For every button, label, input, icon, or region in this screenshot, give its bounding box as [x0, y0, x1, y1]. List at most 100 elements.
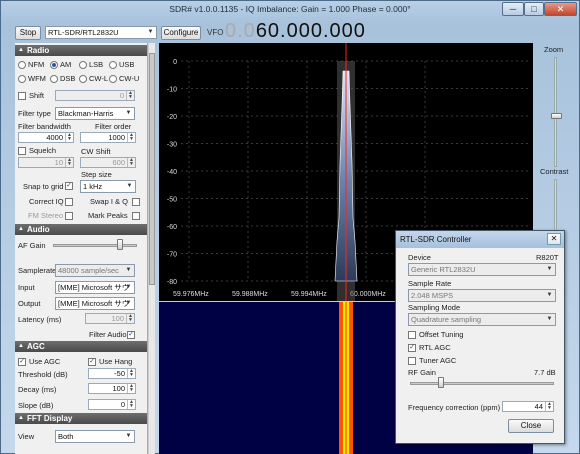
frequency-correction-input[interactable]: 44 ▲ ▼ — [502, 401, 554, 412]
scrollbar-thumb[interactable] — [149, 53, 155, 285]
threshold-input[interactable]: -50 ▲ ▼ — [88, 368, 136, 379]
collapse-icon: ▲ — [18, 226, 24, 232]
decay-input[interactable]: 100 ▲ ▼ — [88, 383, 136, 394]
af-gain-label: AF Gain — [18, 241, 46, 250]
output-select[interactable]: [MME] Microsoft サウ ▼ — [55, 297, 135, 310]
zoom-slider[interactable] — [551, 113, 562, 119]
zoom-track[interactable] — [554, 57, 557, 167]
rf-gain-slider[interactable] — [437, 377, 444, 388]
mode-dsb-label: DSB — [60, 74, 76, 83]
x-tick-label: 59.988MHz — [232, 291, 268, 298]
mode-am-radio[interactable] — [50, 61, 58, 69]
offset-tuning-checkbox[interactable] — [408, 331, 416, 339]
filter-type-select[interactable]: Blackman-Harris ▼ — [55, 107, 135, 120]
view-select[interactable]: Both ▼ — [55, 430, 135, 443]
mode-am-label: AM — [60, 60, 72, 69]
sampling-mode-select[interactable]: Quadrature sampling ▼ — [408, 313, 556, 326]
shift-input[interactable]: 0 ▲ ▼ — [55, 90, 135, 101]
snap-to-grid-checkbox[interactable]: ✓ — [65, 182, 73, 190]
mode-dsb-radio[interactable] — [50, 75, 58, 83]
x-tick-label: 59.994MHz — [291, 291, 327, 298]
af-gain-track[interactable] — [53, 244, 137, 247]
latency-label: Latency (ms) — [18, 315, 62, 324]
chevron-down-icon: ▼ — [147, 29, 154, 35]
filter-bandwidth-input[interactable]: 4000 ▲ ▼ — [18, 132, 74, 143]
mode-cwl-radio[interactable] — [79, 75, 87, 83]
dialog-close-button[interactable]: Close — [508, 419, 554, 433]
spinner-icon[interactable]: ▲ ▼ — [127, 400, 135, 409]
vfo-frequency-display[interactable]: 0.060.000.000 — [225, 20, 366, 43]
radio-section-header[interactable]: ▲ Radio — [15, 45, 147, 56]
spinner-icon[interactable]: ▲ ▼ — [127, 133, 135, 142]
rtl-agc-checkbox[interactable]: ✓ — [408, 344, 416, 352]
filter-order-input[interactable]: 1000 ▲ ▼ — [80, 132, 136, 143]
mode-lsb-radio[interactable] — [79, 61, 87, 69]
spinner-icon[interactable]: ▲ ▼ — [65, 133, 73, 142]
sample-rate-select[interactable]: 2.048 MSPS ▼ — [408, 289, 556, 302]
spinner-icon[interactable]: ▲ ▼ — [127, 384, 135, 393]
mark-peaks-checkbox[interactable] — [132, 212, 140, 220]
af-gain-slider[interactable] — [117, 239, 123, 250]
mode-cwu-radio[interactable] — [109, 75, 117, 83]
spinner-icon[interactable]: ▲ ▼ — [127, 369, 135, 378]
device-label: Device — [408, 253, 431, 262]
use-hang-checkbox[interactable]: ✓ — [88, 358, 96, 366]
swap-iq-checkbox[interactable] — [132, 198, 140, 206]
device-select[interactable]: Generic RTL2832U ▼ — [408, 263, 556, 276]
samplerate-select[interactable]: 48000 sample/sec ▼ — [55, 264, 135, 277]
configure-button[interactable]: Configure — [161, 26, 201, 40]
cw-shift-input[interactable]: 600 ▲ ▼ — [80, 157, 136, 168]
fm-stereo-checkbox[interactable] — [65, 212, 73, 220]
maximize-button[interactable]: □ — [524, 2, 544, 16]
sampling-mode-label: Sampling Mode — [408, 303, 461, 312]
side-controls: Zoom Contrast — [535, 43, 580, 243]
dialog-close-icon[interactable]: ✕ — [547, 233, 561, 245]
chevron-down-icon: ▼ — [546, 266, 553, 272]
squelch-checkbox[interactable] — [18, 147, 26, 155]
chevron-down-icon: ▼ — [546, 292, 553, 298]
sample-rate-label: Sample Rate — [408, 279, 452, 288]
chevron-down-icon: ▼ — [125, 300, 132, 306]
y-tick-label: -70 — [167, 252, 177, 259]
mode-nfm-radio[interactable] — [18, 61, 26, 69]
mode-wfm-radio[interactable] — [18, 75, 26, 83]
correct-iq-label: Correct IQ — [29, 197, 64, 206]
shift-checkbox[interactable] — [18, 92, 26, 100]
use-agc-checkbox[interactable]: ✓ — [18, 358, 26, 366]
filter-audio-checkbox[interactable]: ✓ — [127, 331, 135, 339]
step-size-select[interactable]: 1 kHz ▼ — [80, 180, 136, 193]
vfo-leading-digits: 0.0 — [225, 20, 256, 42]
mode-cwl-label: CW-L — [89, 74, 109, 83]
spinner-icon[interactable]: ▲ ▼ — [545, 402, 553, 411]
tuner-agc-checkbox[interactable] — [408, 357, 416, 365]
rf-gain-track[interactable] — [410, 382, 554, 385]
dialog-title-bar: RTL-SDR Controller — [396, 231, 564, 248]
close-button[interactable]: ✕ — [544, 2, 577, 16]
source-select[interactable]: RTL-SDR/RTL2832U ▼ — [45, 26, 157, 39]
input-select[interactable]: [MME] Microsoft サウ ▼ — [55, 281, 135, 294]
snap-to-grid-label: Snap to grid — [23, 182, 64, 191]
cw-shift-label: CW Shift — [81, 147, 111, 156]
mark-peaks-label: Mark Peaks — [88, 211, 128, 220]
audio-section-header[interactable]: ▲ Audio — [15, 224, 147, 235]
rtl-agc-label: RTL AGC — [419, 343, 451, 352]
y-tick-label: -60 — [167, 224, 177, 231]
panel-scrollbar[interactable] — [148, 43, 155, 454]
view-label: View — [18, 432, 35, 441]
frequency-correction-label: Frequency correction (ppm) — [408, 403, 501, 412]
mode-nfm-label: NFM — [28, 60, 45, 69]
squelch-input[interactable]: 10 ▲ ▼ — [18, 157, 74, 168]
agc-section-header[interactable]: ▲ AGC — [15, 341, 147, 352]
mode-usb-radio[interactable] — [109, 61, 117, 69]
spinner-icon[interactable]: ▲ ▼ — [126, 314, 134, 323]
correct-iq-checkbox[interactable] — [65, 198, 73, 206]
stop-button[interactable]: Stop — [15, 26, 41, 40]
slope-input[interactable]: 0 ▲ ▼ — [88, 399, 136, 410]
latency-input[interactable]: 100 ▲ ▼ — [85, 313, 135, 324]
threshold-label: Threshold (dB) — [18, 370, 68, 379]
fft-section-header[interactable]: ▲ FFT Display — [15, 413, 147, 424]
minimize-button[interactable]: ─ — [502, 2, 524, 16]
spinner-icon[interactable]: ▲ ▼ — [127, 158, 135, 167]
spinner-icon[interactable]: ▲ ▼ — [65, 158, 73, 167]
spinner-icon[interactable]: ▲ ▼ — [126, 91, 134, 100]
